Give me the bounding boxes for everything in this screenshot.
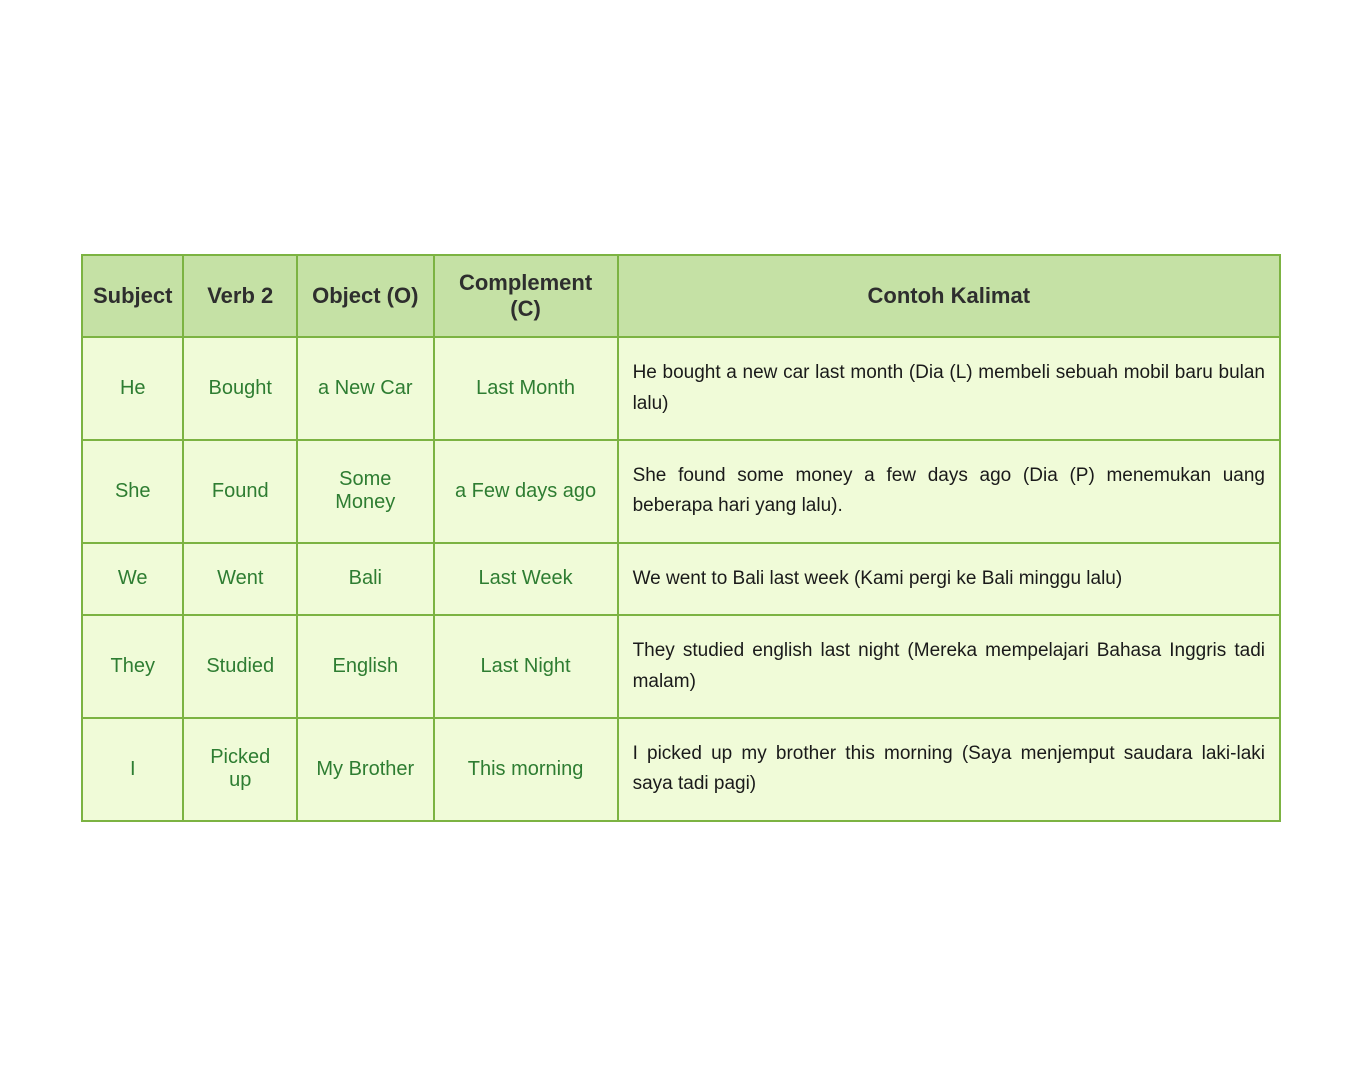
cell-subject: We xyxy=(82,543,183,615)
cell-object: Bali xyxy=(297,543,434,615)
cell-complement: Last Night xyxy=(434,615,618,718)
cell-object: My Brother xyxy=(297,718,434,821)
table-header-row: Subject Verb 2 Object (O) Complement (C)… xyxy=(82,255,1280,337)
cell-example: They studied english last night (Mereka … xyxy=(618,615,1280,718)
cell-complement: Last Week xyxy=(434,543,618,615)
cell-subject: They xyxy=(82,615,183,718)
cell-example: I picked up my brother this morning (Say… xyxy=(618,718,1280,821)
cell-subject: He xyxy=(82,337,183,440)
cell-verb: Studied xyxy=(183,615,297,718)
cell-verb: Went xyxy=(183,543,297,615)
cell-verb: Bought xyxy=(183,337,297,440)
cell-subject: She xyxy=(82,440,183,543)
cell-example: He bought a new car last month (Dia (L) … xyxy=(618,337,1280,440)
header-contoh: Contoh Kalimat xyxy=(618,255,1280,337)
cell-verb: Found xyxy=(183,440,297,543)
table-row: HeBoughta New CarLast MonthHe bought a n… xyxy=(82,337,1280,440)
cell-complement: This morning xyxy=(434,718,618,821)
table-container: Subject Verb 2 Object (O) Complement (C)… xyxy=(81,254,1281,822)
cell-object: English xyxy=(297,615,434,718)
cell-example: We went to Bali last week (Kami pergi ke… xyxy=(618,543,1280,615)
table-row: WeWentBaliLast WeekWe went to Bali last … xyxy=(82,543,1280,615)
cell-subject: I xyxy=(82,718,183,821)
header-subject: Subject xyxy=(82,255,183,337)
cell-verb: Picked up xyxy=(183,718,297,821)
header-object: Object (O) xyxy=(297,255,434,337)
grammar-table: Subject Verb 2 Object (O) Complement (C)… xyxy=(81,254,1281,822)
cell-object: a New Car xyxy=(297,337,434,440)
header-complement: Complement (C) xyxy=(434,255,618,337)
table-row: IPicked upMy BrotherThis morningI picked… xyxy=(82,718,1280,821)
table-row: TheyStudiedEnglishLast NightThey studied… xyxy=(82,615,1280,718)
cell-example: She found some money a few days ago (Dia… xyxy=(618,440,1280,543)
header-verb2: Verb 2 xyxy=(183,255,297,337)
cell-complement: Last Month xyxy=(434,337,618,440)
table-row: SheFoundSome Moneya Few days agoShe foun… xyxy=(82,440,1280,543)
cell-object: Some Money xyxy=(297,440,434,543)
cell-complement: a Few days ago xyxy=(434,440,618,543)
